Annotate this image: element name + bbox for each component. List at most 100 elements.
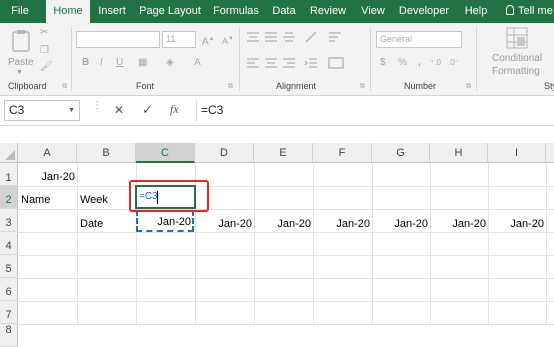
column-header-g[interactable]: G xyxy=(372,143,430,163)
font-name-dropdown[interactable] xyxy=(76,31,160,48)
ribbon-tab-bar: File Home Insert Page Layout Formulas Da… xyxy=(0,0,554,23)
triangle-icon xyxy=(5,150,15,160)
dialog-launcher-icon[interactable]: ⧉ xyxy=(228,81,233,93)
cell-h3[interactable]: Jan-20 xyxy=(430,218,486,230)
highlight-box xyxy=(129,180,209,212)
column-header-b[interactable]: B xyxy=(77,143,136,163)
alignment-icons xyxy=(246,31,356,73)
cell-f3[interactable]: Jan-20 xyxy=(313,218,370,230)
align-top-icon[interactable] xyxy=(246,31,260,43)
referenced-cell-c3[interactable]: Jan-20 xyxy=(136,210,194,232)
cell-a1[interactable]: Jan-20 xyxy=(18,171,75,183)
group-styles-label: Sty xyxy=(544,81,554,91)
worksheet-grid[interactable]: A B C D E F G H I 1 2 3 4 5 6 7 8 Jan-20… xyxy=(0,143,554,347)
cell-b2[interactable]: Week xyxy=(80,194,136,206)
enter-button[interactable]: ✓ xyxy=(142,102,153,118)
indent-icon[interactable] xyxy=(304,57,318,69)
column-header-e[interactable]: E xyxy=(254,143,313,163)
cell-b3[interactable]: Date xyxy=(80,218,136,230)
cancel-button[interactable]: ✕ xyxy=(114,103,124,117)
cell-e3[interactable]: Jan-20 xyxy=(254,218,311,230)
gridline xyxy=(18,324,554,325)
tab-formulas[interactable]: Formulas xyxy=(208,0,264,23)
cell-g3[interactable]: Jan-20 xyxy=(372,218,428,230)
row-header-7[interactable]: 7 xyxy=(0,301,18,324)
decrease-font-icon[interactable]: A▼ xyxy=(222,33,234,47)
column-header-f[interactable]: F xyxy=(313,143,372,163)
tab-review[interactable]: Review xyxy=(304,0,352,23)
increase-font-icon[interactable]: A▲ xyxy=(202,33,215,48)
font-color-icon[interactable]: A xyxy=(194,57,201,69)
align-middle-icon[interactable] xyxy=(264,31,278,43)
wrap-text-icon[interactable] xyxy=(328,31,342,43)
paste-button[interactable]: Paste ▼ xyxy=(6,29,36,76)
currency-icon[interactable]: $ xyxy=(380,57,386,69)
separator xyxy=(476,27,477,91)
merge-center-icon[interactable] xyxy=(328,57,344,69)
comma-style-button[interactable]: , xyxy=(418,57,421,69)
tab-developer[interactable]: Developer xyxy=(394,0,454,23)
clipboard-icon xyxy=(12,30,30,52)
grip-icon: ⋮ xyxy=(92,100,102,111)
orientation-icon[interactable] xyxy=(304,31,318,43)
column-header-d[interactable]: D xyxy=(195,143,254,163)
lightbulb-icon xyxy=(506,5,514,15)
cell-a2[interactable]: Name xyxy=(21,194,77,206)
tab-data[interactable]: Data xyxy=(266,0,302,23)
conditional-formatting-button[interactable]: Conditional Formatting xyxy=(486,27,546,79)
column-header-a[interactable]: A xyxy=(18,143,77,163)
number-format-dropdown[interactable]: General xyxy=(376,31,462,48)
tab-tell-me[interactable]: Tell me xyxy=(500,0,554,23)
gridline xyxy=(430,163,431,324)
align-center-icon[interactable] xyxy=(264,57,278,69)
underline-button[interactable]: U xyxy=(116,57,123,69)
dialog-launcher-icon[interactable]: ⧉ xyxy=(360,81,365,93)
name-box-value: C3 xyxy=(9,103,25,117)
row-header-2[interactable]: 2 xyxy=(0,186,18,209)
format-painter-icon[interactable]: 🖌 xyxy=(40,61,53,73)
tab-insert[interactable]: Insert xyxy=(92,0,132,23)
cell-i3[interactable]: Jan-20 xyxy=(488,218,544,230)
column-header-j[interactable] xyxy=(546,143,554,163)
gridline xyxy=(18,232,554,233)
row-header-1[interactable]: 1 xyxy=(0,163,18,186)
name-box[interactable]: C3 ▼ xyxy=(4,100,80,121)
percent-button[interactable]: % xyxy=(398,57,407,69)
font-size-dropdown[interactable]: 11 xyxy=(162,31,196,48)
cut-icon[interactable]: ✂ xyxy=(40,27,48,39)
bold-button[interactable]: B xyxy=(82,57,89,69)
row-header-4[interactable]: 4 xyxy=(0,232,18,255)
column-header-h[interactable]: H xyxy=(430,143,488,163)
gridline xyxy=(313,163,314,324)
italic-button[interactable]: I xyxy=(100,57,103,69)
column-header-i[interactable]: I xyxy=(488,143,546,163)
tab-view[interactable]: View xyxy=(354,0,392,23)
dialog-launcher-icon[interactable]: ⧉ xyxy=(466,81,471,93)
decrease-decimal-icon[interactable]: .0⁻ xyxy=(448,57,459,69)
tab-home[interactable]: Home xyxy=(46,0,90,23)
formula-input[interactable]: =C3 xyxy=(196,100,554,121)
gridline xyxy=(546,163,547,324)
select-all-corner[interactable] xyxy=(0,143,18,163)
chevron-down-icon: ▼ xyxy=(16,69,23,76)
tab-help[interactable]: Help xyxy=(458,0,494,23)
borders-icon[interactable]: ▦ xyxy=(138,57,147,69)
increase-decimal-icon[interactable]: ⁺.0 xyxy=(430,57,441,69)
fill-color-icon[interactable]: ◈ xyxy=(166,57,174,69)
align-bottom-icon[interactable] xyxy=(282,31,296,43)
row-header-6[interactable]: 6 xyxy=(0,278,18,301)
gridline xyxy=(488,163,489,324)
tab-file[interactable]: File xyxy=(0,0,40,23)
column-header-c[interactable]: C xyxy=(136,143,195,163)
row-header-3[interactable]: 3 xyxy=(0,209,18,232)
align-left-icon[interactable] xyxy=(246,57,260,69)
dialog-launcher-icon[interactable]: ⧉ xyxy=(62,81,67,93)
row-header-5[interactable]: 5 xyxy=(0,255,18,278)
row-header-8[interactable]: 8 xyxy=(0,324,18,347)
cell-d3[interactable]: Jan-20 xyxy=(195,218,252,230)
chevron-down-icon[interactable]: ▼ xyxy=(68,101,75,120)
copy-icon[interactable]: ❐ xyxy=(40,45,49,57)
insert-function-button[interactable]: fx xyxy=(170,102,179,117)
tab-page-layout[interactable]: Page Layout xyxy=(136,0,204,23)
align-right-icon[interactable] xyxy=(282,57,296,69)
